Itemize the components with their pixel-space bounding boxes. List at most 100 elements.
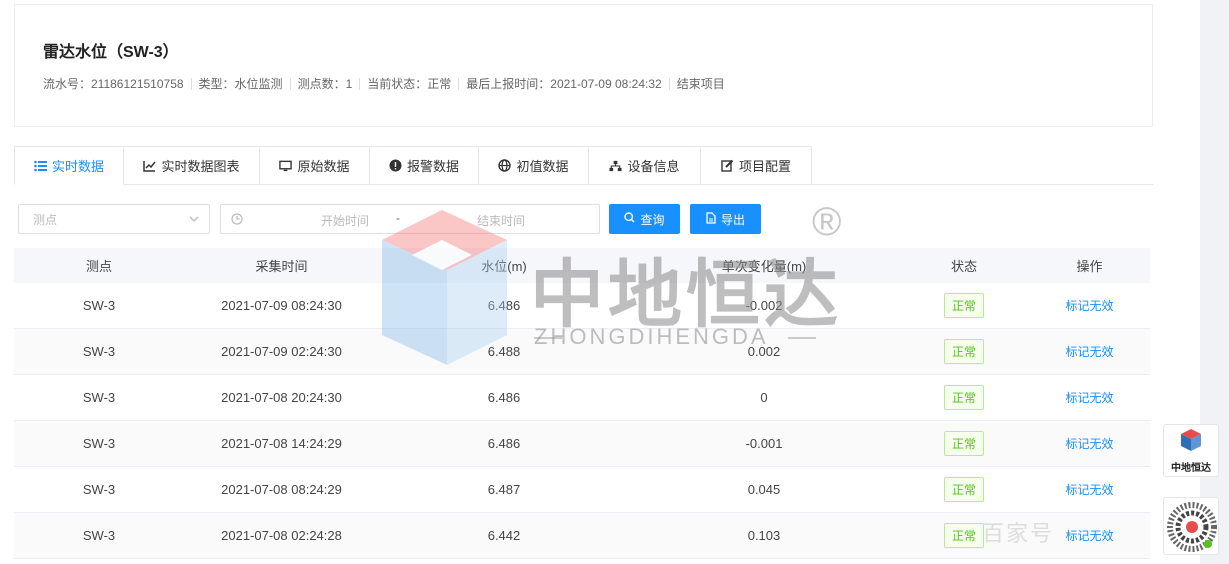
meta-divider	[359, 77, 361, 90]
status-badge: 正常	[943, 477, 984, 502]
floating-brand-widget[interactable]: 中地恒达	[1163, 424, 1219, 477]
meta-divider	[458, 77, 460, 90]
tab-label: 原始数据	[297, 159, 350, 174]
cell-point: SW-3	[82, 528, 116, 543]
export-button-label: 导出	[720, 212, 745, 227]
tab-label: 设备信息	[627, 159, 680, 174]
status-badge: 正常	[943, 293, 984, 318]
cell-time: 2021-07-08 20:24:30	[221, 390, 342, 405]
cell-change: 0.103	[747, 528, 781, 543]
chevron-down-icon	[189, 213, 199, 227]
column-header-time: 采集时间	[255, 259, 308, 274]
sitemap-icon	[609, 159, 623, 172]
cell-change: 0.045	[747, 482, 781, 497]
main-content: 雷达水位（SW-3） 流水号：21186121510758 类型：水位监测 测点…	[0, 0, 1200, 564]
cell-time: 2021-07-08 02:24:28	[221, 528, 342, 543]
mark-invalid-link[interactable]: 标记无效	[1065, 389, 1113, 406]
tab-label: 初值数据	[516, 159, 569, 174]
cell-time: 2021-07-09 08:24:30	[221, 298, 342, 313]
cell-level: 6.486	[487, 436, 521, 451]
clock-icon	[231, 213, 243, 228]
query-button[interactable]: 查询	[609, 204, 680, 234]
date-range-picker[interactable]: 开始时间 - 结束时间	[220, 204, 600, 234]
cell-point: SW-3	[82, 344, 116, 359]
meta-divider	[190, 77, 192, 90]
watermark-brand-en: ZHONGDIHENGDA	[534, 324, 769, 349]
meta-point-count: 测点数：1	[297, 77, 353, 91]
export-button[interactable]: 导出	[690, 204, 761, 234]
tab-raw-data[interactable]: 原始数据	[260, 146, 370, 185]
mark-invalid-link[interactable]: 标记无效	[1065, 297, 1113, 314]
table-row: SW-3 2021-07-08 14:24:29 6.486 -0.001 正常…	[14, 421, 1150, 467]
search-icon	[624, 212, 635, 226]
tab-label: 报警数据	[406, 159, 459, 174]
meta-type: 类型：水位监测	[198, 77, 283, 91]
list-icon	[34, 159, 47, 172]
cell-point: SW-3	[82, 436, 116, 451]
cell-time: 2021-07-08 08:24:29	[221, 482, 342, 497]
table-row: SW-3 2021-07-08 02:24:28 6.442 0.103 正常 …	[14, 513, 1150, 559]
query-button-label: 查询	[640, 212, 665, 227]
cell-point: SW-3	[82, 298, 116, 313]
alert-icon	[389, 159, 402, 172]
tab-label: 实时数据	[51, 159, 104, 174]
tab-initial-data[interactable]: 初值数据	[479, 146, 589, 185]
mark-invalid-link[interactable]: 标记无效	[1065, 343, 1113, 360]
column-header-status: 状态	[950, 259, 977, 274]
meta-divider	[668, 77, 670, 90]
tab-project-config[interactable]: 项目配置	[701, 146, 812, 185]
tab-alarm-data[interactable]: 报警数据	[370, 146, 479, 185]
column-header-point: 测点	[85, 259, 112, 274]
column-header-action: 操作	[1076, 259, 1103, 274]
tab-label: 项目配置	[738, 159, 791, 174]
monitor-icon	[279, 159, 293, 172]
cell-change: 0	[760, 390, 768, 405]
mark-invalid-link[interactable]: 标记无效	[1065, 527, 1113, 544]
table-row: SW-3 2021-07-08 08:24:29 6.487 0.045 正常 …	[14, 467, 1150, 513]
cell-level: 6.442	[487, 528, 521, 543]
qr-code-widget[interactable]	[1163, 497, 1219, 555]
floating-brand-label: 中地恒达	[1171, 462, 1211, 474]
page-title: 雷达水位（SW-3）	[43, 44, 179, 61]
end-project-link[interactable]: 结束项目	[677, 75, 725, 92]
table-row: SW-3 2021-07-08 20:24:30 6.486 0 正常 标记无效	[14, 375, 1150, 421]
file-icon	[706, 211, 716, 227]
status-badge: 正常	[943, 431, 984, 456]
cell-change: -0.001	[745, 436, 783, 451]
globe-icon	[498, 159, 512, 172]
meta-status: 当前状态：正常	[367, 77, 452, 91]
status-badge: 正常	[943, 385, 984, 410]
status-badge: 正常	[943, 339, 984, 364]
tab-label: 实时数据图表	[161, 159, 240, 174]
tab-device-info[interactable]: 设备信息	[589, 146, 701, 185]
point-select-placeholder: 测点	[33, 212, 58, 227]
mark-invalid-link[interactable]: 标记无效	[1065, 481, 1113, 498]
tab-bar: 实时数据 实时数据图表 原始数据 报警数据 初值数据 设备信息 项目配置	[14, 146, 1153, 185]
project-header-card: 雷达水位（SW-3） 流水号：21186121510758 类型：水位监测 测点…	[14, 4, 1153, 127]
meta-serial: 流水号：21186121510758	[43, 77, 184, 91]
tab-realtime-chart[interactable]: 实时数据图表	[124, 146, 260, 185]
meta-divider	[289, 77, 291, 90]
line-chart-icon	[143, 159, 157, 172]
qr-code-icon	[1167, 502, 1217, 552]
status-badge: 正常	[943, 523, 984, 548]
watermark-divider	[788, 337, 816, 339]
cell-time: 2021-07-09 02:24:30	[221, 344, 342, 359]
mark-invalid-link[interactable]: 标记无效	[1065, 435, 1113, 452]
corner-watermark: 百家号	[982, 521, 1055, 546]
tab-realtime-data[interactable]: 实时数据	[14, 146, 124, 185]
meta-last-report: 最后上报时间：2021-07-09 08:24:32	[466, 77, 662, 91]
cell-time: 2021-07-08 14:24:29	[221, 436, 342, 451]
cell-point: SW-3	[82, 390, 116, 405]
cell-point: SW-3	[82, 482, 116, 497]
cell-level: 6.486	[487, 390, 521, 405]
edit-icon	[721, 159, 734, 172]
project-meta: 流水号：21186121510758 类型：水位监测 测点数：1 当前状态：正常…	[43, 75, 725, 92]
range-separator: -	[396, 211, 400, 225]
start-time-input[interactable]: 开始时间	[295, 212, 395, 229]
cell-level: 6.487	[487, 482, 521, 497]
end-time-input[interactable]: 结束时间	[451, 212, 551, 229]
point-select[interactable]: 测点	[18, 204, 210, 234]
brand-logo-icon	[1179, 428, 1203, 457]
page-scroll-gutter	[1200, 0, 1229, 564]
